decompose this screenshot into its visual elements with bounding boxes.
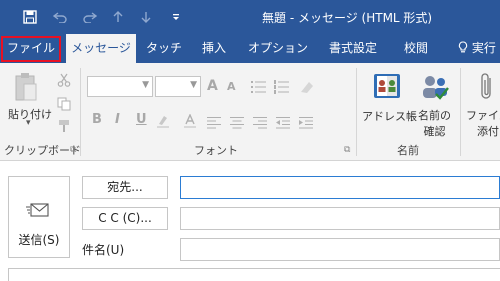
font-name-combo[interactable]: ▼	[87, 76, 153, 97]
group-divider	[460, 68, 461, 156]
send-button[interactable]: 送信(S)	[8, 176, 70, 258]
tab-tell-me-label: 実行	[471, 41, 496, 55]
undo-icon[interactable]	[50, 0, 70, 34]
to-button[interactable]: 宛先...	[82, 176, 168, 199]
subject-field[interactable]	[180, 238, 500, 261]
bold-button[interactable]: B	[92, 112, 102, 127]
check-names-icon[interactable]	[420, 72, 450, 106]
group-divider	[80, 68, 81, 156]
message-body[interactable]	[8, 268, 500, 281]
file-tab-highlight	[1, 36, 61, 62]
font-launcher-icon[interactable]: ⧉	[344, 145, 350, 155]
address-book-icon[interactable]	[372, 72, 402, 106]
save-icon[interactable]	[18, 0, 42, 34]
arrow-down-icon[interactable]	[138, 0, 154, 34]
attach-line2: 添付	[477, 125, 499, 138]
cc-field[interactable]	[180, 207, 500, 230]
attach-line1: ファイル	[466, 109, 500, 122]
customize-icon[interactable]	[169, 0, 183, 34]
format-painter-icon[interactable]	[57, 118, 71, 137]
check-names-line2: 確認	[423, 125, 446, 138]
lightbulb-icon	[458, 41, 472, 55]
tab-options[interactable]: オプション	[248, 34, 308, 63]
subject-label: 件名(U)	[82, 243, 125, 257]
bullets-icon[interactable]	[251, 79, 267, 98]
numbering-icon[interactable]	[274, 79, 290, 98]
paste-icon[interactable]	[14, 70, 38, 106]
tab-insert[interactable]: 挿入	[194, 34, 234, 63]
clipboard-launcher-icon[interactable]: ⧉	[70, 145, 76, 155]
copy-icon[interactable]	[57, 96, 71, 115]
cut-icon[interactable]	[57, 72, 71, 91]
send-label: 送信(S)	[18, 233, 60, 247]
cc-button[interactable]: C C (C)...	[82, 207, 168, 230]
italic-button[interactable]: I	[115, 112, 120, 127]
window-title: 無題 - メッセージ (HTML 形式)	[262, 11, 433, 25]
paperclip-icon[interactable]	[480, 72, 494, 106]
underline-button[interactable]: U	[136, 112, 147, 127]
shrink-font-button[interactable]: A	[227, 80, 236, 93]
align-center-icon[interactable]	[230, 114, 244, 133]
tab-review[interactable]: 校閲	[396, 34, 436, 63]
arrow-up-icon[interactable]	[110, 0, 126, 34]
font-group-label: フォント	[194, 144, 238, 157]
tab-format-text[interactable]: 書式設定	[322, 34, 384, 63]
chevron-down-icon: ▼	[190, 80, 197, 90]
tab-touch[interactable]: タッチ	[142, 34, 186, 63]
highlight-icon[interactable]	[156, 113, 170, 132]
grow-font-button[interactable]: A	[207, 78, 218, 94]
tab-message[interactable]: メッセージ	[66, 34, 136, 63]
names-group-label: 名前	[397, 144, 419, 157]
tab-tell-me[interactable]: 実行	[452, 34, 500, 63]
send-icon	[26, 201, 52, 223]
clear-format-icon[interactable]	[299, 79, 315, 98]
redo-icon[interactable]	[80, 0, 100, 34]
attach-file-button[interactable]: ファイル 添付	[466, 107, 500, 139]
check-names-button[interactable]: 名前の 確認	[418, 107, 451, 139]
align-left-icon[interactable]	[207, 114, 221, 133]
to-field[interactable]	[180, 176, 500, 199]
font-color-icon[interactable]	[183, 113, 197, 132]
address-book-button[interactable]: アドレス帳	[362, 108, 417, 124]
align-right-icon[interactable]	[253, 114, 267, 133]
increase-indent-icon[interactable]	[299, 114, 313, 133]
check-names-line1: 名前の	[418, 109, 451, 122]
font-size-combo[interactable]: ▼	[155, 76, 201, 97]
decrease-indent-icon[interactable]	[276, 114, 290, 133]
group-divider	[356, 68, 357, 156]
paste-dropdown-arrow[interactable]: ▾	[26, 118, 31, 128]
chevron-down-icon: ▼	[142, 80, 149, 90]
